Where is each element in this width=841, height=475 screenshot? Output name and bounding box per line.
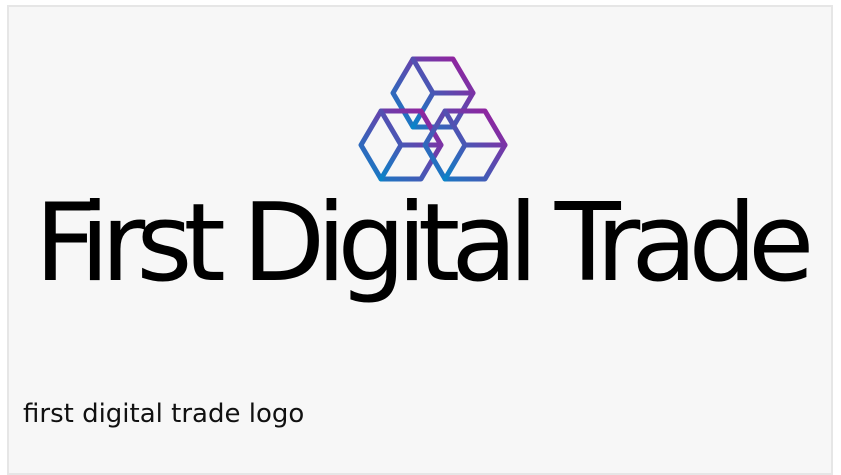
stacked-cubes-icon xyxy=(358,56,508,182)
brand-wordmark: First Digital Trade xyxy=(34,181,815,306)
image-caption: first digital trade logo xyxy=(23,399,305,429)
image-card: First Digital Trade first digital trade … xyxy=(7,5,833,475)
